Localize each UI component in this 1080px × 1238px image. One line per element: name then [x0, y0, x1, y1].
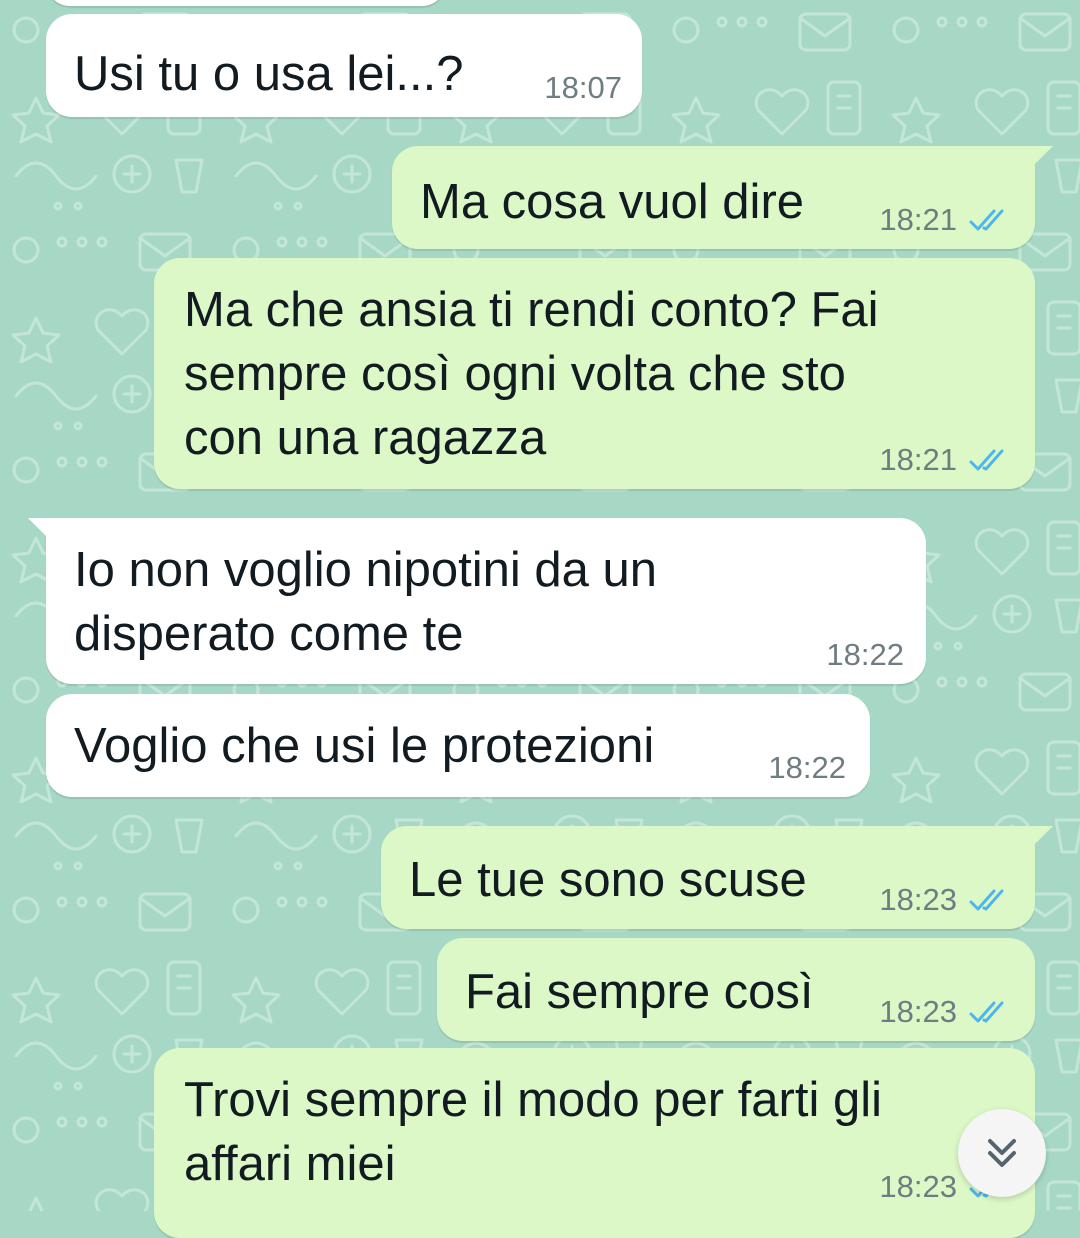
message-meta: 18:21 [879, 203, 1011, 237]
outgoing-message[interactable]: Le tue sono scuse 18:23 [381, 826, 1053, 929]
message-text-line: affari miei [184, 1137, 396, 1191]
scroll-to-bottom-button[interactable] [958, 1109, 1046, 1197]
incoming-message[interactable]: Io non voglio nipotini da un disperato c… [28, 518, 926, 684]
double-check-icon [969, 889, 1004, 911]
outgoing-message[interactable]: Ma cosa vuol dire 18:21 [392, 146, 1053, 249]
message-text: Ma cosa vuol dire [420, 175, 805, 229]
outgoing-message[interactable]: Fai sempre così 18:23 [437, 938, 1035, 1041]
bubble-tail [28, 518, 58, 548]
message-time: 18:22 [826, 637, 904, 672]
message-time: 18:21 [879, 202, 957, 237]
message-meta: 18:07 [544, 71, 622, 105]
double-check-icon [969, 209, 1004, 231]
chevrons-down-icon [988, 1139, 1016, 1167]
message-text-line: Ma che ansia ti rendi conto? Fai [184, 283, 879, 337]
message-list: Usi tu o usa lei...? 18:07 Ma cosa vuol … [0, 0, 1080, 1238]
message-text: Voglio che usi le protezioni [74, 719, 655, 773]
bubble-tail [1023, 826, 1053, 856]
message-text-line: Trovi sempre il modo per farti gli [184, 1073, 883, 1127]
double-check-icon [969, 449, 1004, 471]
outgoing-message[interactable]: Ma che ansia ti rendi conto? Fai sempre … [154, 258, 1035, 489]
message-text-line: con una ragazza [184, 411, 547, 465]
message-text-line: sempre così ogni volta che sto [184, 347, 846, 401]
message-time: 18:23 [879, 882, 957, 917]
message-text: Fai sempre così [465, 965, 814, 1019]
message-time: 18:21 [879, 442, 957, 477]
previous-message-edge [46, 0, 446, 6]
message-text-line: Io non voglio nipotini da un [74, 543, 657, 597]
outgoing-message[interactable]: Trovi sempre il modo per farti gli affar… [154, 1048, 1035, 1238]
message-time: 18:23 [879, 1169, 957, 1204]
message-time: 18:07 [544, 70, 622, 105]
message-text: Usi tu o usa lei...? [74, 47, 464, 101]
incoming-message[interactable]: Voglio che usi le protezioni 18:22 [46, 694, 870, 797]
message-meta: 18:22 [768, 751, 846, 785]
message-text: Le tue sono scuse [409, 853, 807, 907]
bubble-tail [1023, 146, 1053, 176]
message-time: 18:23 [879, 994, 957, 1029]
message-meta: 18:23 [879, 883, 1011, 917]
message-time: 18:22 [768, 750, 846, 785]
double-check-icon [969, 1001, 1004, 1023]
message-meta: 18:22 [826, 638, 904, 672]
message-text-line: disperato come te [74, 607, 464, 661]
message-meta: 18:23 [879, 995, 1011, 1029]
message-meta: 18:21 [879, 443, 1011, 477]
incoming-message[interactable]: Usi tu o usa lei...? 18:07 [46, 14, 642, 117]
